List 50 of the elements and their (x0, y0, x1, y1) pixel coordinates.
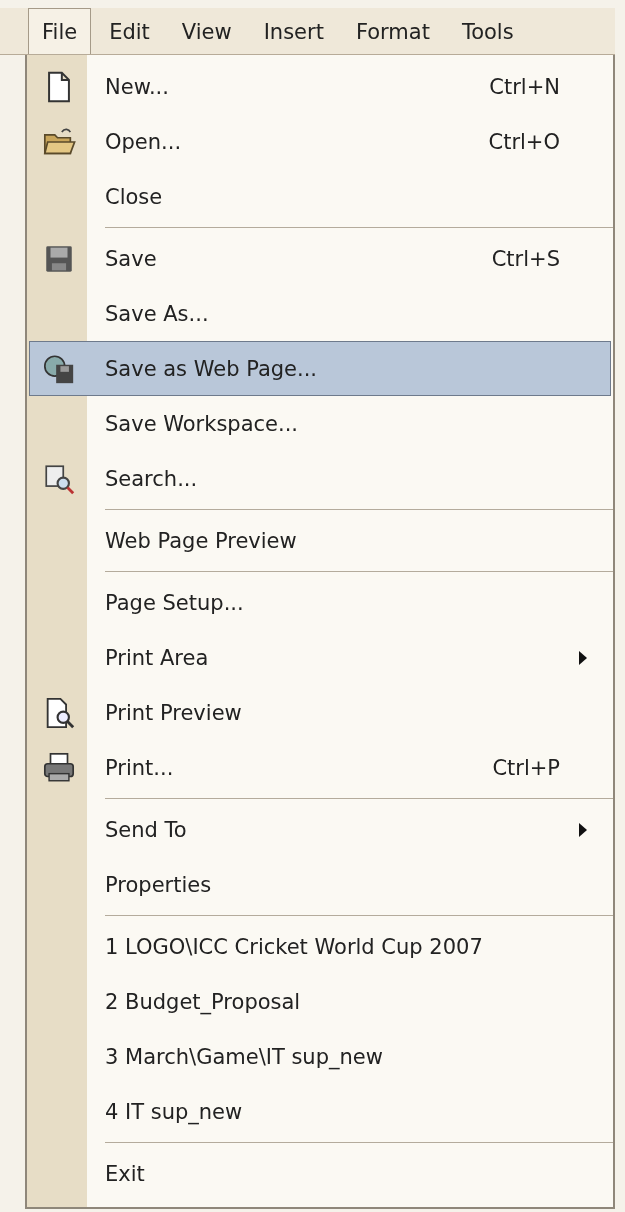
menu-bar-item[interactable]: File (28, 8, 92, 54)
menu-item[interactable]: Send To (29, 802, 611, 857)
shortcut-label: Ctrl+O (488, 129, 560, 154)
menu-item-label: Save As... (105, 301, 210, 326)
menu-item-label: 1 LOGO\ICC Cricket World Cup 2007 (105, 934, 484, 959)
menu-item[interactable]: Properties (29, 857, 611, 912)
shortcut-label: Ctrl+N (489, 74, 560, 99)
menu-item[interactable]: Print... Ctrl+P (29, 740, 611, 795)
menu-item[interactable]: 1 LOGO\ICC Cricket World Cup 2007 (29, 919, 611, 974)
menu-item[interactable]: Save Workspace... (29, 396, 611, 451)
shortcut-label: Ctrl+P (492, 755, 560, 780)
menu-item-label: Page Setup... (105, 590, 245, 615)
menu-item[interactable]: 3 March\Game\IT sup_new (29, 1029, 611, 1084)
menu-item-label: Save Workspace... (105, 411, 300, 436)
menu-bar-item[interactable]: Tools (447, 8, 528, 54)
menu-item[interactable]: Save as Web Page... (29, 341, 611, 396)
menu-item[interactable]: Open... Ctrl+O (29, 114, 611, 169)
menu-item-label: Properties (105, 872, 213, 897)
menu-item-label: Print Area (105, 645, 210, 670)
menu-item[interactable]: 4 IT sup_new (29, 1084, 611, 1139)
menu-item-label: Open... (105, 129, 183, 154)
menu-item[interactable]: Close (29, 169, 611, 224)
menu-item-label: Send To (105, 817, 188, 842)
menu-item-label: Exit (105, 1161, 146, 1186)
menu-item-label: Search... (105, 466, 199, 491)
menu-item[interactable]: Save Ctrl+S (29, 231, 611, 286)
menu-item-label: 4 IT sup_new (105, 1099, 244, 1124)
menu-item-label: Web Page Preview (105, 528, 298, 553)
menu-item-label: Save (105, 246, 158, 271)
menu-item[interactable]: Print Area (29, 630, 611, 685)
menu-item-label: Close (105, 184, 164, 209)
menu-item[interactable]: Page Setup... (29, 575, 611, 630)
menu-item[interactable]: Web Page Preview (29, 513, 611, 568)
menu-bar-item[interactable]: View (167, 8, 246, 54)
menu-item-label: Save as Web Page... (105, 356, 319, 381)
menu-item[interactable]: Save As... (29, 286, 611, 341)
menu-bar-item[interactable]: Format (341, 8, 444, 54)
menu-item[interactable]: Exit (29, 1146, 611, 1201)
menu-bar-item[interactable]: Edit (95, 8, 164, 54)
menu-item[interactable]: 2 Budget_Proposal (29, 974, 611, 1029)
shortcut-label: Ctrl+S (491, 246, 560, 271)
menu-item-label: Print... (105, 755, 175, 780)
menu-item[interactable]: Print Preview (29, 685, 611, 740)
menu-item-label: 3 March\Game\IT sup_new (105, 1044, 384, 1069)
menu-item[interactable]: Search... (29, 451, 611, 506)
menu-item[interactable]: New... Ctrl+N (29, 59, 611, 114)
menu-item-label: 2 Budget_Proposal (105, 989, 302, 1014)
menu-item-label: New... (105, 74, 170, 99)
menu-bar-item[interactable]: Insert (249, 8, 338, 54)
menu-item-label: Print Preview (105, 700, 243, 725)
